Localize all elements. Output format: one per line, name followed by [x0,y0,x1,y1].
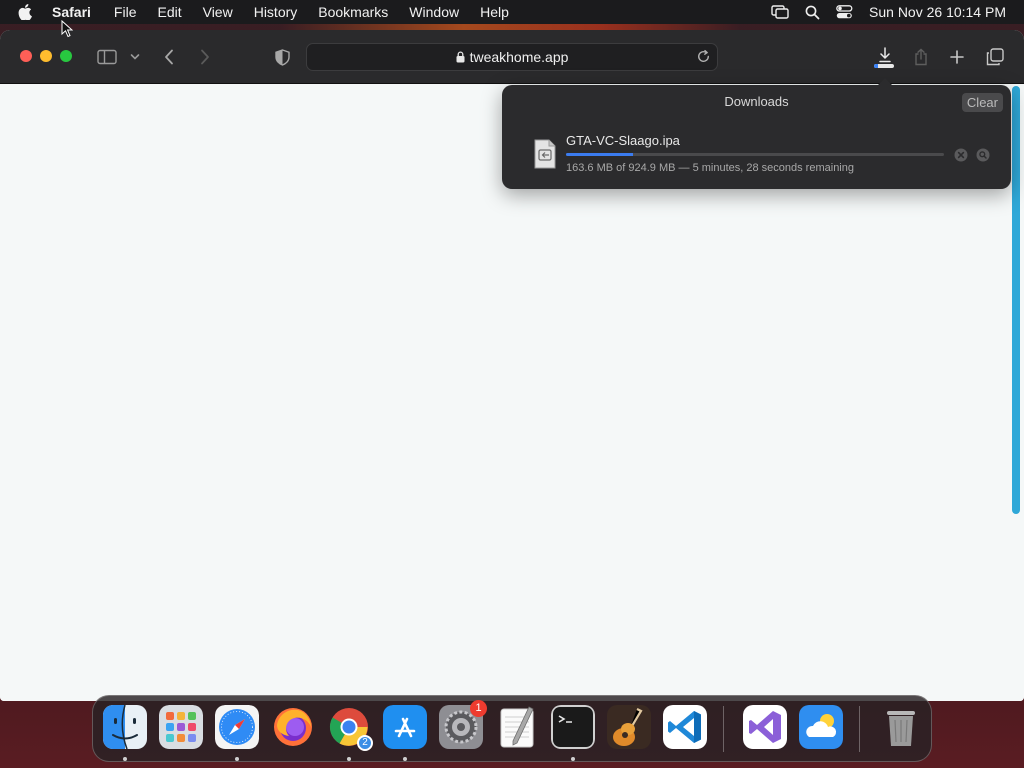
download-filename: GTA-VC-Slaago.ipa [566,133,680,148]
control-center-icon[interactable] [836,5,853,19]
running-indicator [571,757,575,761]
clear-downloads-button[interactable]: Clear [961,93,1003,112]
menu-app-name[interactable]: Safari [52,4,91,20]
dock-textedit-icon[interactable] [495,705,539,749]
menu-edit[interactable]: Edit [157,4,181,20]
page-scrollbar[interactable] [1012,86,1020,514]
menu-help[interactable]: Help [480,4,509,20]
downloads-popover: Downloads Clear GTA-VC-Slaago.ipa 163.6 … [502,78,1011,189]
dock-system-settings-icon[interactable]: 1 [439,700,487,749]
dock-launchpad-icon[interactable] [159,705,203,749]
safari-toolbar: tweakhome.app [0,30,1024,84]
running-indicator [347,757,351,761]
stop-download-icon[interactable] [954,148,968,167]
menu-view[interactable]: View [203,4,233,20]
download-progress-bar [566,153,944,156]
url-text: tweakhome.app [469,49,569,65]
address-bar[interactable]: tweakhome.app [306,43,718,71]
dock-weather-icon[interactable] [799,705,843,749]
dock-separator [723,706,724,752]
tab-overview-icon[interactable] [985,45,1005,69]
dock-terminal-icon[interactable] [551,705,595,749]
running-indicator [123,757,127,761]
forward-icon[interactable] [196,45,214,69]
new-tab-icon[interactable] [948,45,966,69]
privacy-shield-icon[interactable] [273,45,291,69]
download-item[interactable]: GTA-VC-Slaago.ipa 163.6 MB of 924.9 MB —… [502,129,1011,179]
dock-safari-icon[interactable] [215,705,259,749]
reload-icon[interactable] [696,49,711,67]
minimize-window-button[interactable] [40,50,52,62]
dock-chrome-icon[interactable]: 2 [327,705,373,751]
lock-icon [456,51,465,63]
menu-history[interactable]: History [254,4,298,20]
menubar-clock[interactable]: Sun Nov 26 10:14 PM [869,4,1006,20]
dock-garageband-icon[interactable] [607,705,651,749]
dock-finder-icon[interactable] [103,705,147,749]
menu-bookmarks[interactable]: Bookmarks [318,4,388,20]
downloads-title: Downloads [724,94,789,109]
close-window-button[interactable] [20,50,32,62]
menu-bar: Safari File Edit View History Bookmarks … [0,0,1024,24]
running-indicator [235,757,239,761]
download-status: 163.6 MB of 924.9 MB — 5 minutes, 28 sec… [566,162,854,174]
chevron-down-icon[interactable] [128,45,142,69]
menu-file[interactable]: File [114,4,137,20]
dock-app-store-icon[interactable] [383,705,427,749]
dock-visual-studio-icon[interactable] [743,705,787,749]
dock-trash-icon[interactable] [879,705,923,749]
ipa-file-icon [534,139,556,169]
share-icon[interactable] [912,45,930,69]
screen-mirroring-icon[interactable] [771,5,789,19]
dock-firefox-icon[interactable] [271,705,315,749]
apple-menu-icon[interactable] [18,4,38,20]
spotlight-icon[interactable] [805,5,820,20]
zoom-window-button[interactable] [60,50,72,62]
notification-badge: 1 [470,700,487,717]
chrome-badge: 2 [357,735,373,751]
dock-vscode-icon[interactable] [663,705,707,749]
toolbar-download-progress [874,64,894,68]
menu-window[interactable]: Window [409,4,459,20]
reveal-in-finder-icon[interactable] [976,148,990,167]
back-icon[interactable] [160,45,178,69]
dock: 2 1 [92,695,932,762]
dock-separator [859,706,860,752]
sidebar-toggle-icon[interactable] [96,45,118,69]
running-indicator [403,757,407,761]
mouse-cursor-icon [61,19,74,43]
